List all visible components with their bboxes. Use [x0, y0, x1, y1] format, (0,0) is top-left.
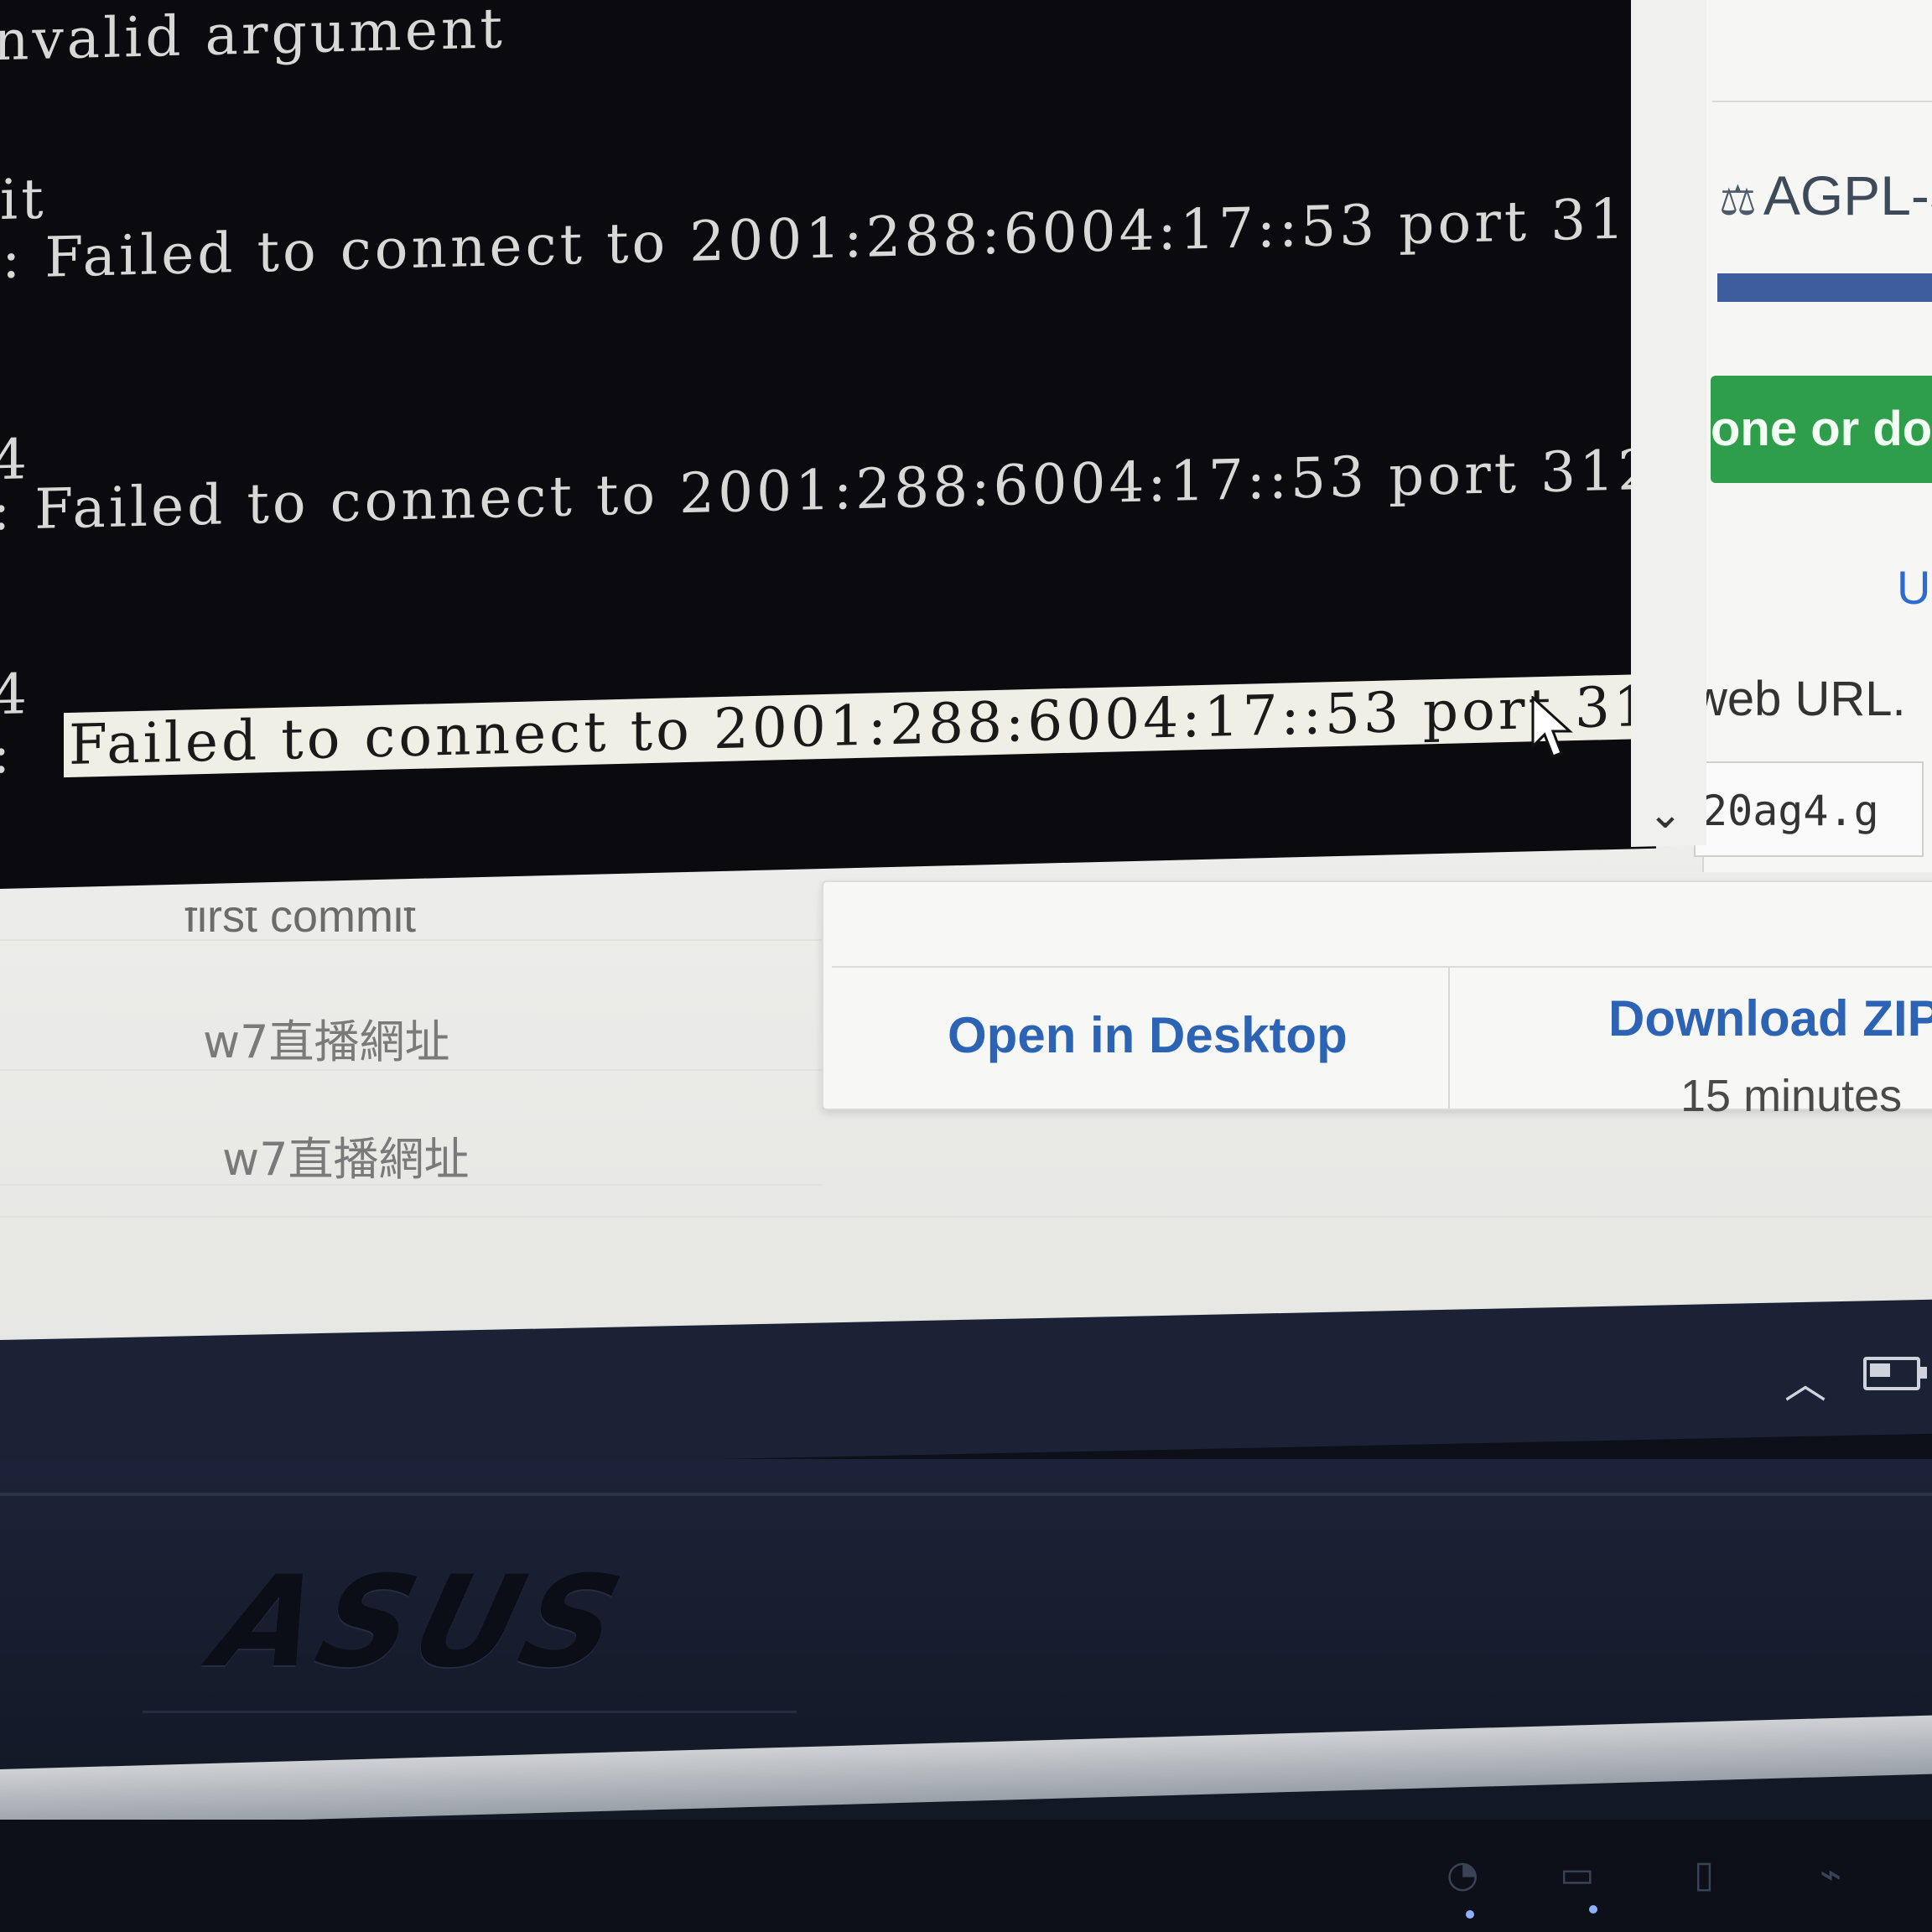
brand-logo: ASUS: [201, 1550, 639, 1696]
clone-help-text: web URL.: [1692, 672, 1906, 726]
drive-indicator-icon: ▭: [1560, 1853, 1595, 1896]
row-divider: [0, 1216, 1932, 1218]
law-scale-icon: ⚖: [1719, 177, 1757, 224]
file-commit-message[interactable]: w7直播網址: [203, 1005, 450, 1071]
clone-or-download-button[interactable]: one or dow: [1711, 376, 1932, 483]
terminal-window[interactable]: nvalid argument it ': Failed to connect …: [0, 0, 1656, 889]
clone-url-input[interactable]: 20ag4.g: [1694, 761, 1924, 857]
terminal-line: 4: [0, 662, 30, 728]
divider: [1712, 101, 1932, 102]
chevron-up-icon[interactable]: ︿: [1784, 1350, 1826, 1410]
latest-commit-message[interactable]: first commit: [184, 907, 416, 943]
use-ssh-link[interactable]: U: [1897, 560, 1930, 615]
commit-time: 15 minutes: [1680, 1071, 1903, 1121]
selected-terminal-line[interactable]: Failed to connect to 2001:288:6004:17::5…: [64, 671, 1656, 778]
bezel-edge: [0, 1493, 1932, 1496]
wifi-indicator-icon: ⌁: [1820, 1853, 1842, 1896]
status-led: [1589, 1905, 1597, 1914]
language-bar: [1717, 273, 1932, 302]
terminal-line: : Failed to connect to 2001:288:6004:17:…: [0, 435, 1656, 543]
chevron-down-icon[interactable]: ⌄: [1648, 788, 1683, 838]
terminal-scrollbar[interactable]: ⌄: [1631, 0, 1706, 847]
file-commit-message[interactable]: w7直播網址: [222, 1122, 470, 1188]
license-label: AGPL-3: [1763, 164, 1932, 226]
battery-icon[interactable]: [1863, 1357, 1927, 1390]
terminal-line: it: [0, 166, 47, 232]
divider: [1448, 966, 1450, 1109]
power-indicator-icon: ◔: [1446, 1853, 1479, 1896]
status-led: [1466, 1910, 1474, 1919]
clone-url-value: 20ag4.g: [1702, 787, 1879, 835]
mouse-cursor-icon: [1531, 696, 1573, 758]
open-in-desktop-button[interactable]: Open in Desktop: [948, 1006, 1348, 1064]
terminal-line: nvalid argument: [0, 0, 506, 74]
battery-indicator-icon: ▯: [1694, 1853, 1715, 1896]
bezel-line: [143, 1711, 797, 1713]
laptop-keyboard-deck: [0, 1820, 1932, 1932]
license-link[interactable]: ⚖AGPL-3: [1719, 164, 1932, 227]
download-zip-button[interactable]: Download ZIP: [1608, 989, 1932, 1047]
terminal-line: ': Failed to connect to 2001:288:6004:17…: [0, 186, 1628, 292]
photo-of-monitor: ⚖AGPL-3 one or dow U web URL. 20ag4.g fi…: [0, 0, 1932, 1932]
terminal-line: :: [0, 720, 14, 787]
clone-button-label: one or dow: [1711, 402, 1932, 456]
divider: [832, 966, 1932, 968]
